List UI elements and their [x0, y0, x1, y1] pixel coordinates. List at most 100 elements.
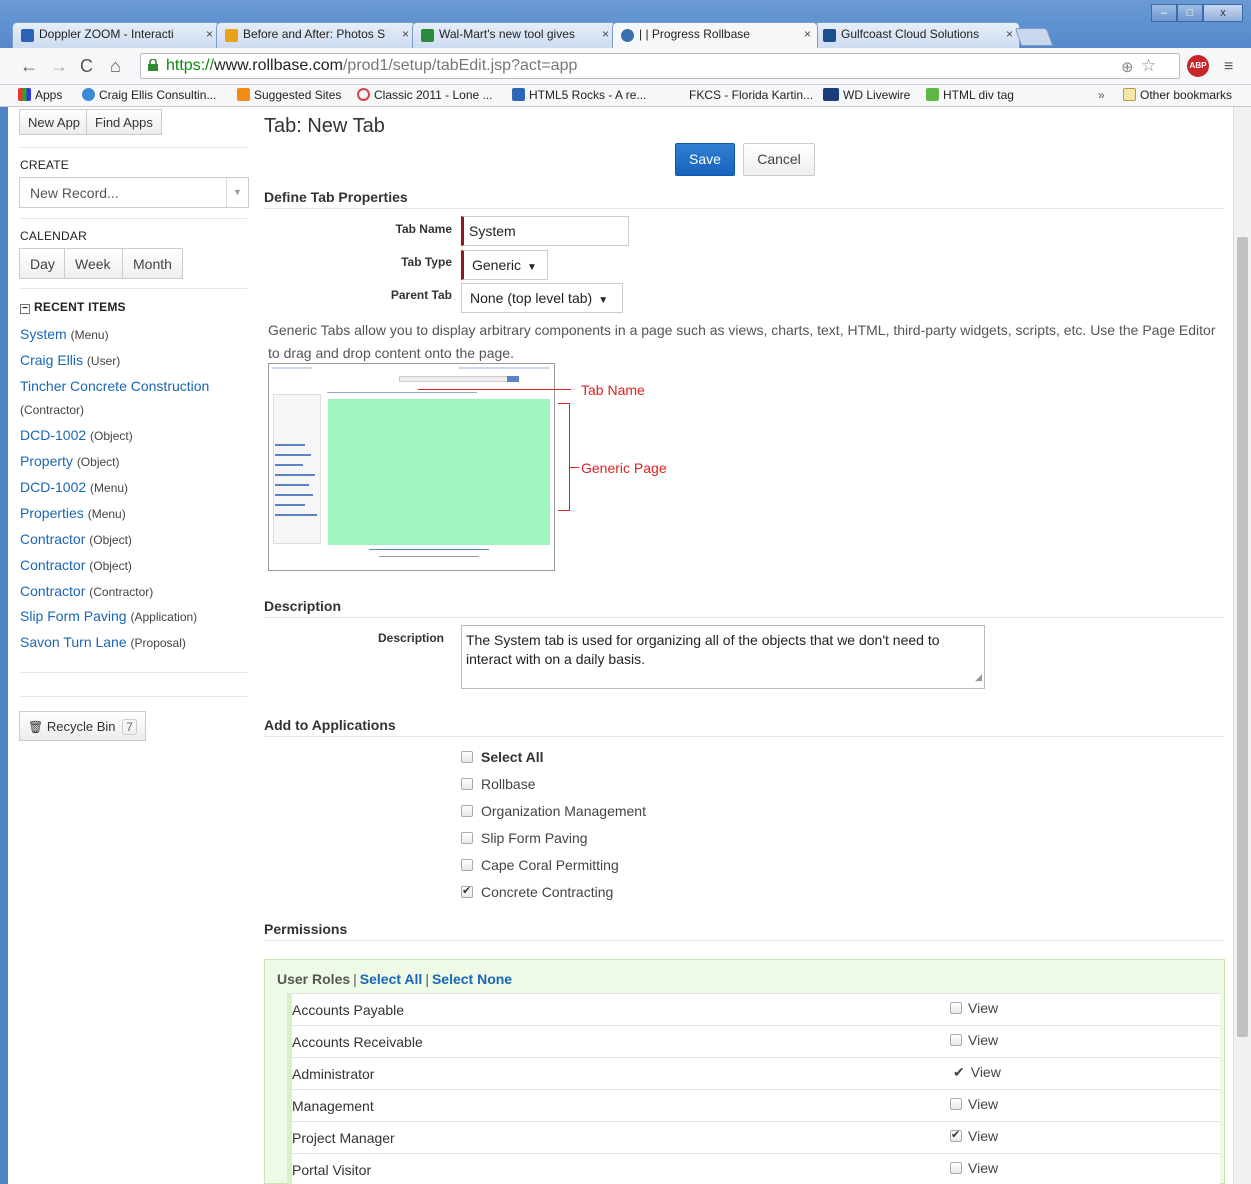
checkbox-checked[interactable]: [461, 884, 473, 898]
window-close-icon[interactable]: x: [1203, 4, 1243, 22]
new-record-select[interactable]: New Record... ▼: [19, 177, 249, 208]
home-icon[interactable]: ⌂: [110, 56, 121, 77]
back-arrow-icon[interactable]: ←: [20, 56, 38, 77]
illus-link: [275, 504, 305, 506]
tab-name-input[interactable]: System: [461, 216, 629, 246]
chrome-menu-icon[interactable]: ≡: [1224, 58, 1233, 76]
zoom-icon[interactable]: ⊕: [1121, 58, 1134, 76]
calendar-week-button[interactable]: Week: [64, 248, 123, 279]
checkbox[interactable]: [950, 1034, 962, 1046]
browser-tab-title: Doppler ZOOM - Interacti: [39, 27, 174, 41]
app-checkbox-slip-form[interactable]: Slip Form Paving: [461, 830, 588, 846]
role-name: Management: [292, 1098, 374, 1114]
new-tab-button[interactable]: [1014, 28, 1054, 46]
browser-tab-0[interactable]: Doppler ZOOM - Interacti ×: [12, 22, 220, 48]
bookmark-apps[interactable]: Apps: [18, 88, 62, 102]
recent-item[interactable]: Tincher Concrete Construction: [20, 378, 209, 394]
recent-item[interactable]: DCD-1002 (Menu): [20, 479, 128, 495]
select-all-link[interactable]: Select All: [360, 971, 423, 987]
resize-grip-icon[interactable]: ◢: [975, 668, 982, 687]
recent-item[interactable]: Craig Ellis (User): [20, 352, 120, 368]
bookmark-html5[interactable]: HTML5 Rocks - A re...: [512, 88, 646, 102]
select-none-link[interactable]: Select None: [432, 971, 512, 987]
page-scrollbar[interactable]: [1233, 107, 1251, 1184]
checkbox-checked[interactable]: [950, 1128, 962, 1142]
app-checkbox-cape-coral[interactable]: Cape Coral Permitting: [461, 857, 619, 873]
app-checkbox-select-all[interactable]: Select All: [461, 749, 544, 765]
bookmark-classic[interactable]: Classic 2011 - Lone ...: [357, 88, 493, 102]
maximize-icon[interactable]: □: [1177, 4, 1203, 22]
bookmark-suggested[interactable]: Suggested Sites: [237, 88, 341, 102]
app-checkbox-concrete[interactable]: Concrete Contracting: [461, 884, 613, 900]
browser-chrome: Doppler ZOOM - Interacti × Before and Af…: [0, 0, 1251, 107]
checkbox[interactable]: [461, 751, 473, 763]
checkbox[interactable]: [950, 1002, 962, 1014]
recent-item[interactable]: Contractor (Object): [20, 557, 132, 573]
star-icon[interactable]: ☆: [1141, 56, 1156, 76]
browser-tab-3-active[interactable]: | | Progress Rollbase ×: [612, 22, 818, 48]
checkbox[interactable]: [461, 778, 473, 790]
divider: [20, 147, 247, 148]
forward-arrow-icon[interactable]: →: [50, 56, 68, 77]
view-checkbox[interactable]: View: [950, 1032, 998, 1048]
close-icon[interactable]: ×: [402, 27, 409, 41]
recycle-bin-button[interactable]: 🗑 Recycle Bin 7: [19, 711, 146, 741]
close-icon[interactable]: ×: [602, 27, 609, 41]
find-apps-button[interactable]: Find Apps: [86, 109, 162, 135]
recent-item[interactable]: Contractor (Object): [20, 531, 132, 547]
annotation-line: [569, 403, 570, 511]
calendar-month-button[interactable]: Month: [122, 248, 183, 279]
bookmarks-overflow[interactable]: »: [1098, 88, 1105, 102]
recent-item[interactable]: System (Menu): [20, 326, 109, 342]
checkbox[interactable]: [950, 1162, 962, 1174]
checkmark-icon[interactable]: ✔: [953, 1064, 965, 1080]
checkbox[interactable]: [461, 805, 473, 817]
scrollbar-thumb[interactable]: [1237, 237, 1248, 1037]
classic-icon: [357, 88, 370, 101]
recent-item[interactable]: DCD-1002 (Object): [20, 427, 133, 443]
close-icon[interactable]: ×: [804, 27, 811, 41]
collapse-icon[interactable]: −: [20, 304, 30, 314]
bookmark-html-div[interactable]: HTML div tag: [926, 88, 1014, 102]
app-checkbox-org-management[interactable]: Organization Management: [461, 803, 646, 819]
bookmark-fkcs[interactable]: FKCS - Florida Kartin...: [689, 88, 813, 102]
checkbox[interactable]: [461, 859, 473, 871]
new-app-button[interactable]: New App: [19, 109, 90, 135]
view-checkbox[interactable]: View: [950, 1128, 998, 1144]
browser-tab-2[interactable]: Wal-Mart's new tool gives ×: [412, 22, 616, 48]
view-checkbox[interactable]: ✔ View: [953, 1064, 1001, 1081]
parent-tab-select[interactable]: None (top level tab) ▼: [461, 283, 623, 313]
recent-item[interactable]: Slip Form Paving (Application): [20, 608, 197, 624]
recent-item[interactable]: Contractor (Contractor): [20, 583, 153, 599]
recent-item[interactable]: Property (Object): [20, 453, 120, 469]
save-button[interactable]: Save: [675, 143, 735, 176]
calendar-day-button[interactable]: Day: [19, 248, 65, 279]
checkbox[interactable]: [950, 1098, 962, 1110]
recent-items-heading[interactable]: − RECENT ITEMS: [20, 300, 126, 314]
address-bar[interactable]: https://www.rollbase.com/prod1/setup/tab…: [140, 53, 1180, 79]
bookmarks-bar: Apps Craig Ellis Consultin... Suggested …: [0, 85, 1251, 107]
minimize-icon[interactable]: –: [1151, 4, 1177, 22]
cancel-button[interactable]: Cancel: [743, 143, 815, 176]
checkbox[interactable]: [461, 832, 473, 844]
role-row: Accounts Payable View: [287, 993, 1220, 1026]
browser-tab-1[interactable]: Before and After: Photos S ×: [216, 22, 416, 48]
recent-item[interactable]: Savon Turn Lane (Proposal): [20, 634, 186, 650]
description-textarea[interactable]: The System tab is used for organizing al…: [461, 625, 985, 689]
browser-tab-4[interactable]: Gulfcoast Cloud Solutions ×: [814, 22, 1020, 48]
adblock-icon[interactable]: ABP: [1187, 55, 1209, 77]
close-icon[interactable]: ×: [206, 27, 213, 41]
view-checkbox[interactable]: View: [950, 1096, 998, 1112]
dropdown-arrow-icon: ▼: [598, 295, 609, 306]
close-icon[interactable]: ×: [1006, 27, 1013, 41]
tab-type-select[interactable]: Generic ▼: [461, 250, 548, 280]
reload-icon[interactable]: C: [80, 56, 93, 77]
recent-item[interactable]: Properties (Menu): [20, 505, 126, 521]
app-checkbox-rollbase[interactable]: Rollbase: [461, 776, 535, 792]
bookmark-other[interactable]: Other bookmarks: [1123, 88, 1232, 102]
dropdown-arrow-icon: ▼: [527, 262, 537, 273]
view-checkbox[interactable]: View: [950, 1160, 998, 1176]
view-checkbox[interactable]: View: [950, 1000, 998, 1016]
bookmark-craig-ellis[interactable]: Craig Ellis Consultin...: [82, 88, 216, 102]
bookmark-wd[interactable]: WD Livewire: [823, 88, 910, 102]
